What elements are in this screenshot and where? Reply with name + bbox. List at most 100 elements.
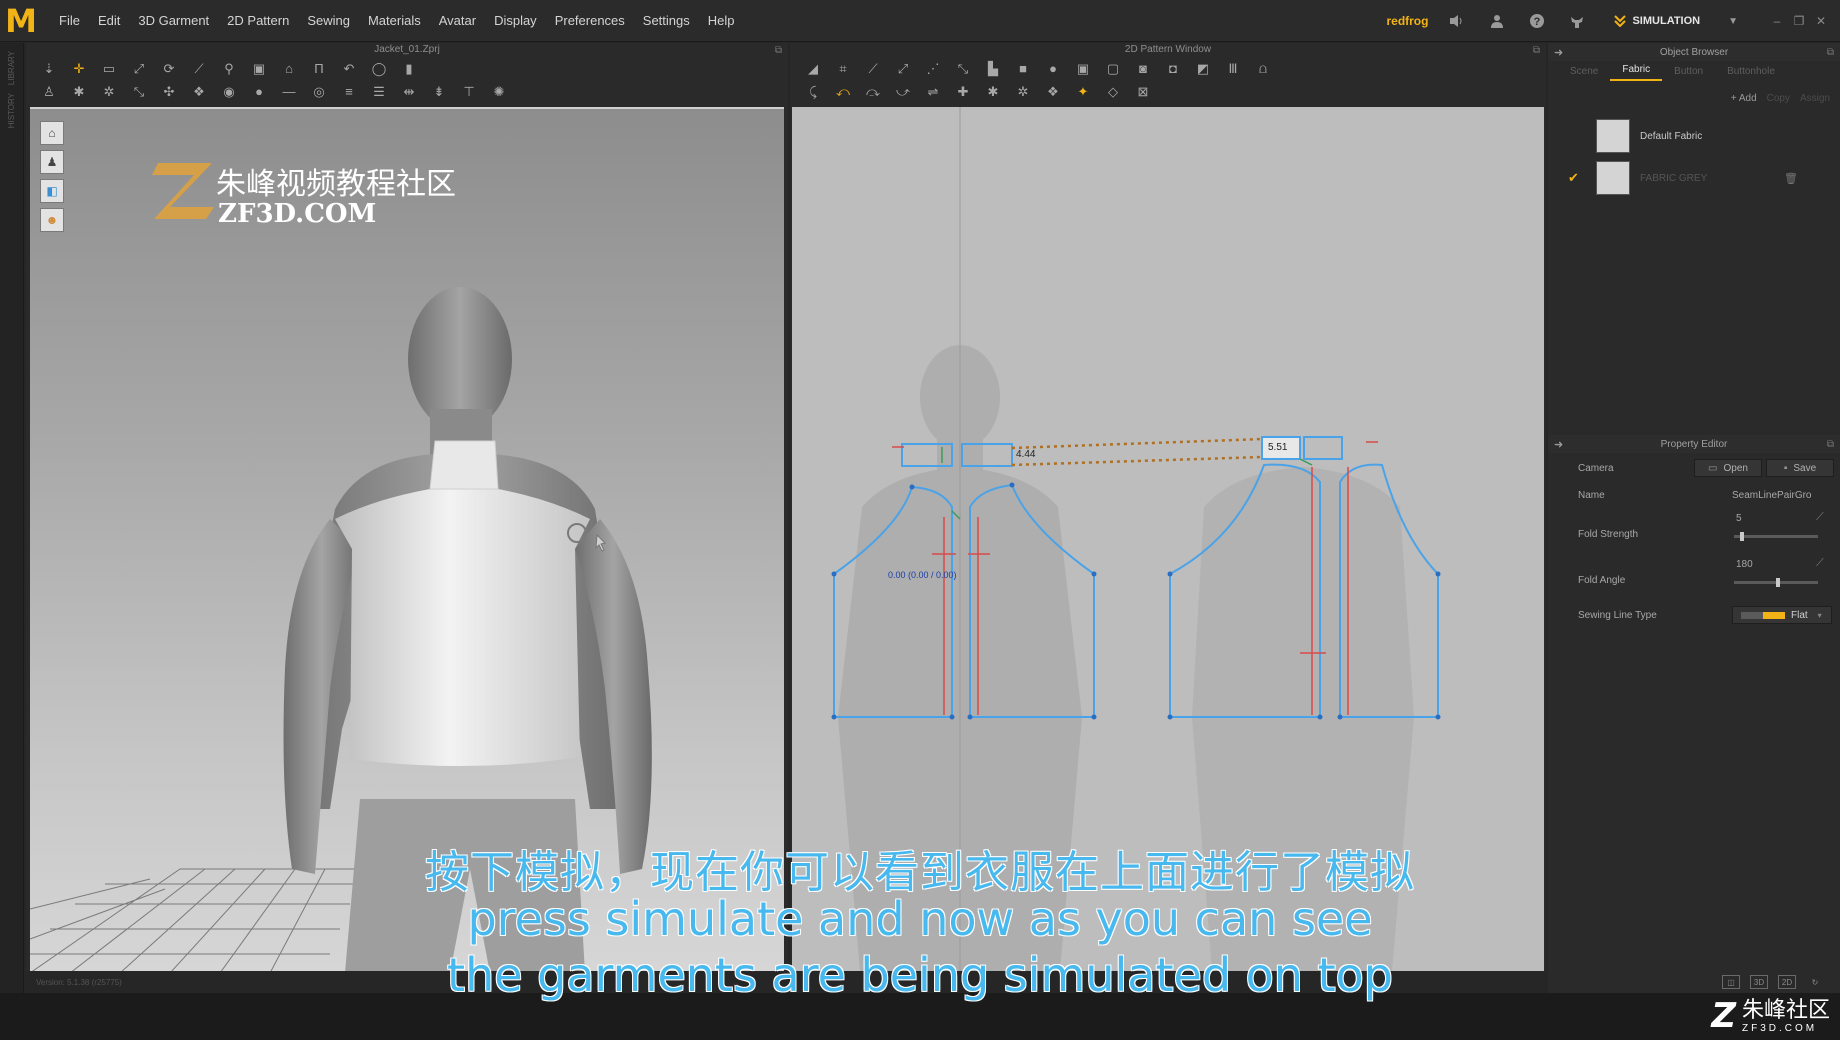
shrink-icon[interactable]: ⇟ [428,83,450,101]
pattern-icon[interactable]: ❖ [188,83,210,101]
add-fabric-button[interactable]: + Add [1731,93,1757,104]
avatar-select-icon[interactable]: ♙ [38,83,60,101]
pin-line-icon[interactable]: ⟋ [188,60,210,78]
sewing-line-type-dropdown[interactable]: Flat ▾ [1732,606,1832,624]
m-n-sewing-icon[interactable]: ⤼ [862,83,884,101]
tab-button[interactable]: Button [1662,66,1715,81]
button-icon[interactable]: ◉ [218,83,240,101]
tab-scene[interactable]: Scene [1558,66,1610,81]
assign-fabric-button[interactable]: Assign [1800,93,1830,104]
fold-angle-value[interactable]: 180 [1736,559,1753,570]
menu-sewing[interactable]: Sewing [298,13,359,28]
transform-texture-icon[interactable]: ✱ [982,83,1004,101]
menu-display[interactable]: Display [485,13,546,28]
popout-icon[interactable]: ⧉ [1827,439,1834,450]
segment-sewing-icon[interactable]: ⤹ [802,83,824,101]
menu-3d-garment[interactable]: 3D Garment [129,13,218,28]
transform-icon[interactable]: ✛ [68,60,90,78]
lasso-icon[interactable]: ◯ [368,60,390,78]
restore-icon[interactable]: ❐ [1788,14,1810,28]
copy-fabric-button[interactable]: Copy [1767,93,1790,104]
select-icon[interactable]: ◢ [802,60,824,78]
arrange-icon[interactable]: ✱ [68,83,90,101]
texture-edit-icon[interactable]: ✚ [952,83,974,101]
pleat-icon[interactable]: Ⅲ [1222,60,1244,78]
shirt-icon[interactable]: ⌂ [278,60,300,78]
avatar-pose-icon[interactable] [1566,10,1588,32]
measure-icon[interactable]: ⤡ [128,83,150,101]
minimize-icon[interactable]: – [1766,14,1788,28]
polygon-icon[interactable]: ▙ [982,60,1004,78]
add-point-icon[interactable]: ⋰ [922,60,944,78]
curve-icon[interactable]: ↶ [338,60,360,78]
internal-polygon-icon[interactable]: ▣ [1072,60,1094,78]
name-value[interactable]: SeamLinePairGro [1732,490,1811,501]
close-icon[interactable]: ✕ [1810,14,1832,28]
topstitch-2d-icon[interactable]: ◇ [1102,83,1124,101]
edit-topstitch-icon[interactable]: ⊠ [1132,83,1154,101]
mode-selector[interactable]: SIMULATION ▼ [1606,8,1746,34]
menu-settings[interactable]: Settings [634,13,699,28]
internal-circle-icon[interactable]: ◙ [1132,60,1154,78]
history-tab[interactable]: HISTORY [7,93,16,128]
elastic-icon[interactable]: ☰ [368,83,390,101]
menu-file[interactable]: File [50,13,89,28]
avatar-view-icon[interactable]: ♟ [40,150,64,174]
circle-icon[interactable]: ● [1042,60,1064,78]
tack-icon[interactable]: ⚲ [218,60,240,78]
username[interactable]: redfrog [1386,14,1428,28]
bar-icon[interactable]: ▮ [398,60,420,78]
dart-icon[interactable]: ◘ [1162,60,1184,78]
open-button[interactable]: ▭ Open [1694,459,1762,477]
slider-handle[interactable] [1740,532,1744,541]
tshirt-icon[interactable]: ⊤ [458,83,480,101]
fold-angle-slider[interactable] [1734,578,1818,587]
pin-icon[interactable]: ⟋ [1816,557,1824,570]
menu-avatar[interactable]: Avatar [430,13,485,28]
texture-view-icon[interactable]: ◧ [40,179,64,203]
collapse-arrow-icon[interactable]: ➜ [1554,438,1563,451]
check-sewing-icon[interactable]: ⤻ [892,83,914,101]
menu-help[interactable]: Help [699,13,744,28]
scale-icon[interactable]: ⤢ [128,60,150,78]
trace-icon[interactable]: ◩ [1192,60,1214,78]
fold-icon[interactable]: ⟳ [158,60,180,78]
pants-icon[interactable]: Π [308,60,330,78]
tab-fabric[interactable]: Fabric [1610,64,1663,81]
save-button[interactable]: ▪ Save [1766,459,1834,477]
speaker-icon[interactable] [1446,10,1468,32]
popout-icon[interactable]: ⧉ [1533,44,1540,58]
graphic-icon[interactable]: ✲ [1012,83,1034,101]
gusset-icon[interactable]: ⩍ [1252,60,1274,78]
piping-icon[interactable]: ⇹ [398,83,420,101]
menu-materials[interactable]: Materials [359,13,430,28]
popout-icon[interactable]: ⧉ [775,44,782,58]
edit-sewing-icon[interactable]: ✣ [158,83,180,101]
garment-icon[interactable]: ▣ [248,60,270,78]
help-icon[interactable]: ? [1526,10,1548,32]
rectangle-icon[interactable]: ■ [1012,60,1034,78]
skin-view-icon[interactable]: ☻ [40,208,64,232]
tack-on-avatar-icon[interactable]: ⇌ [922,83,944,101]
select-button-icon[interactable]: ✦ [1072,83,1094,101]
edit-pattern-icon[interactable]: ⌗ [832,60,854,78]
line-icon[interactable]: — [278,83,300,101]
popout-icon[interactable]: ⧉ [1827,47,1834,58]
free-sewing-icon[interactable]: ⤺ [832,83,854,101]
menu-preferences[interactable]: Preferences [546,13,634,28]
user-icon[interactable] [1486,10,1508,32]
zipper-icon[interactable]: ≡ [338,83,360,101]
buttonhole-icon[interactable]: ● [248,83,270,101]
pin-icon[interactable]: ⟋ [1816,511,1824,524]
select-move-icon[interactable]: ⇣ [38,60,60,78]
library-tab[interactable]: LIBRARY [7,51,16,85]
edit-curvature-icon[interactable]: ⤢ [892,60,914,78]
fold-strength-value[interactable]: 5 [1736,513,1742,524]
arrange-point-icon[interactable]: ✲ [98,83,120,101]
home-view-icon[interactable]: ⌂ [40,121,64,145]
edit-point-icon[interactable]: ⟋ [862,60,884,78]
tab-buttonhole[interactable]: Buttonhole [1715,66,1787,81]
menu-edit[interactable]: Edit [89,13,129,28]
fabric-item[interactable]: ✔ FABRIC GREY 🗑 [1548,157,1840,199]
slider-handle[interactable] [1776,578,1780,587]
